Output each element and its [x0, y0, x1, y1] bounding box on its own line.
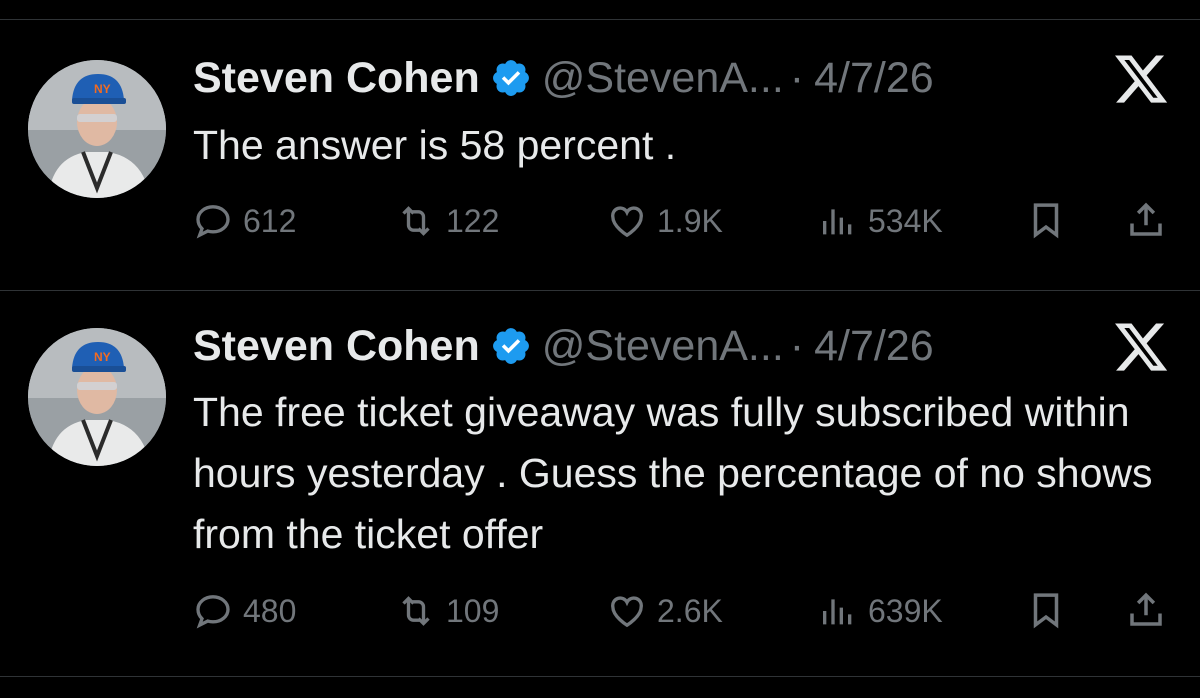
reply-icon: [196, 595, 230, 629]
separator: ·: [789, 322, 805, 370]
reply-count: 612: [243, 203, 297, 239]
tweet-divider: [0, 290, 1200, 291]
views-button[interactable]: 534K: [818, 197, 943, 245]
svg-text:NY: NY: [94, 350, 111, 364]
bookmark-icon[interactable]: [1025, 199, 1067, 241]
author-handle[interactable]: @StevenA...: [542, 50, 784, 106]
author-handle[interactable]: @StevenA...: [542, 318, 784, 374]
action-bar: 612 122 1.9K 534K: [193, 197, 1178, 245]
like-count: 2.6K: [657, 593, 723, 629]
verified-badge-icon: [492, 60, 529, 96]
view-count: 639K: [868, 593, 943, 629]
separator: ·: [789, 54, 805, 102]
repost-count: 109: [446, 593, 500, 629]
avatar[interactable]: NY: [28, 60, 166, 198]
repost-button[interactable]: 122: [396, 197, 499, 245]
svg-text:NY: NY: [94, 82, 111, 96]
avatar[interactable]: NY: [28, 328, 166, 466]
tweet-header: Steven Cohen @StevenA... · 4/7/26: [193, 318, 934, 374]
repost-count: 122: [446, 203, 500, 239]
tweet-header: Steven Cohen @StevenA... · 4/7/26: [193, 50, 934, 106]
bottom-divider: [0, 676, 1200, 677]
repost-icon: [402, 596, 430, 626]
bookmark-icon[interactable]: [1025, 589, 1067, 631]
top-divider: [0, 19, 1200, 20]
action-bar: 480 109 2.6K 639K: [193, 587, 1178, 635]
verified-badge-icon: [492, 328, 529, 364]
x-logo-icon: [1115, 55, 1168, 103]
views-icon: [823, 599, 852, 625]
like-icon: [611, 596, 643, 628]
reply-button[interactable]: 612: [193, 197, 296, 245]
views-button[interactable]: 639K: [818, 587, 943, 635]
like-count: 1.9K: [657, 203, 723, 239]
share-icon[interactable]: [1125, 589, 1167, 631]
like-icon: [611, 206, 643, 238]
like-button[interactable]: 1.9K: [607, 197, 723, 245]
tweet-date[interactable]: 4/7/26: [814, 50, 934, 106]
author-name[interactable]: Steven Cohen: [193, 50, 480, 106]
reply-icon: [196, 205, 230, 239]
tweet-date[interactable]: 4/7/26: [814, 318, 934, 374]
views-icon: [823, 209, 852, 235]
reply-count: 480: [243, 593, 297, 629]
reply-button[interactable]: 480: [193, 587, 296, 635]
tweet-text: The free ticket giveaway was fully subsc…: [193, 389, 1153, 557]
like-button[interactable]: 2.6K: [607, 587, 723, 635]
repost-button[interactable]: 109: [396, 587, 499, 635]
share-icon[interactable]: [1125, 199, 1167, 241]
x-logo-icon: [1115, 323, 1168, 371]
repost-icon: [402, 206, 430, 236]
tweet-text: The answer is 58 percent .: [193, 122, 677, 168]
view-count: 534K: [868, 203, 943, 239]
author-name[interactable]: Steven Cohen: [193, 318, 480, 374]
